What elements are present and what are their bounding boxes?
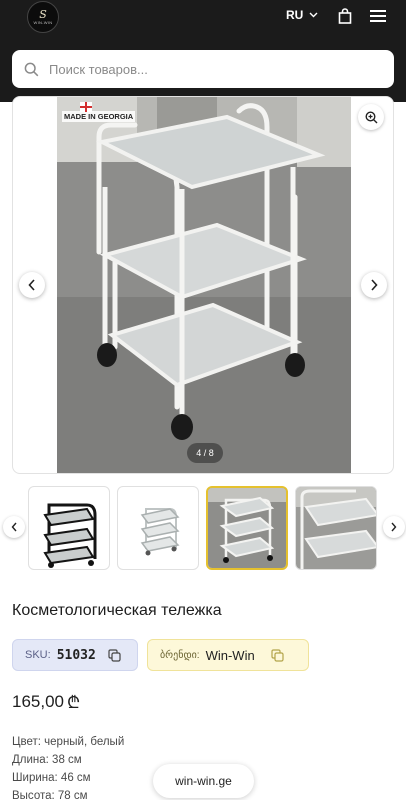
thumbnails-next-button[interactable] [383, 516, 405, 538]
thumbnail-strip [0, 486, 406, 570]
copy-icon[interactable] [271, 648, 284, 662]
chevron-left-icon [11, 522, 17, 532]
thumbnail-2[interactable] [117, 486, 199, 570]
search-bar[interactable] [12, 50, 394, 88]
product-photo-image [57, 97, 351, 473]
product-photo[interactable]: MADE IN GEORGIA [57, 97, 351, 473]
price-value: 165,00 [12, 691, 64, 711]
gallery-next-button[interactable] [361, 272, 387, 298]
language-label: RU [286, 8, 304, 22]
hamburger-menu-icon[interactable] [370, 9, 386, 23]
thumbnail-4[interactable] [295, 486, 377, 570]
spec-color: Цвет: черный, белый [12, 736, 125, 748]
chevron-down-icon [309, 12, 318, 18]
georgia-flag-icon [80, 102, 92, 112]
thumbnail-3[interactable] [206, 486, 288, 570]
thumbnails-prev-button[interactable] [3, 516, 25, 538]
product-page: S WIN-WIN RU Поиск товаров... MADE IN GE… [0, 0, 406, 800]
site-logo[interactable]: S WIN-WIN [27, 1, 59, 33]
zoom-button[interactable] [358, 104, 384, 130]
shopping-bag-icon[interactable] [338, 8, 352, 24]
spec-height: Высота: 78 см [12, 790, 88, 800]
thumbnail-image [43, 503, 97, 568]
site-header: S WIN-WIN RU [0, 0, 406, 102]
chevron-right-icon [391, 522, 397, 532]
chevron-left-icon [28, 279, 35, 291]
brand-label: ბრენდი: [160, 649, 200, 661]
thumbnail-image [140, 508, 180, 556]
spec-width: Ширина: 46 см [12, 772, 91, 784]
search-icon [24, 62, 39, 76]
sku-chip[interactable]: SKU: 51032 [12, 639, 138, 671]
logo-text: WIN-WIN [33, 20, 53, 25]
currency-symbol: ₾ [67, 693, 81, 712]
badge-text: MADE IN GEORGIA [64, 112, 134, 121]
product-specs: Цвет: черный, белый Длина: 38 см Ширина:… [12, 733, 124, 800]
zoom-in-icon [364, 110, 377, 123]
gallery-prev-button[interactable] [19, 272, 45, 298]
brand-value: Win-Win [205, 647, 255, 663]
brand-chip[interactable]: ბრენდი: Win-Win [147, 639, 309, 671]
sku-label: SKU: [25, 649, 51, 661]
made-in-georgia-badge: MADE IN GEORGIA [62, 102, 136, 122]
product-price: 165,00 ₾ [12, 690, 80, 713]
site-domain-pill[interactable]: win-win.ge [153, 764, 254, 798]
gallery-counter: 4 / 8 [187, 443, 223, 463]
thumbnail-image [208, 488, 286, 568]
spec-length: Длина: 38 см [12, 754, 82, 766]
copy-icon[interactable] [108, 648, 121, 662]
chevron-right-icon [371, 279, 378, 291]
product-title: Косметологическая тележка [12, 602, 222, 619]
logo-mark: S [39, 8, 47, 21]
sku-value: 51032 [56, 647, 96, 663]
language-selector[interactable]: RU [286, 8, 318, 22]
thumbnail-1[interactable] [28, 486, 110, 570]
search-input[interactable] [49, 61, 349, 77]
product-gallery: MADE IN GEORGIA 4 / 8 [12, 96, 394, 474]
thumbnail-image [296, 487, 376, 569]
